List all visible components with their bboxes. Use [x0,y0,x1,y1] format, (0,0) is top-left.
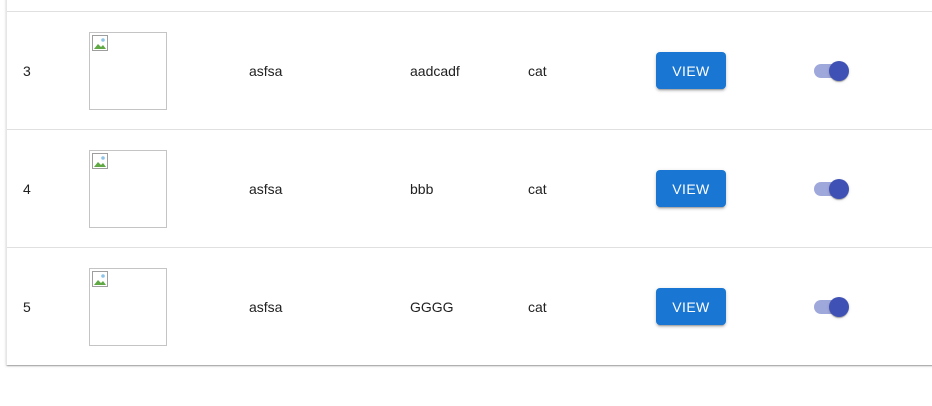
row-name: asfsa [249,180,283,197]
thumbnail-image [89,149,167,228]
switch-thumb[interactable] [829,178,849,199]
thumbnail-cell [89,130,167,247]
thumbnail-cell [89,248,167,365]
row-id: 4 [23,180,31,197]
row-description: GGGG [410,298,454,315]
view-button[interactable]: VIEW [656,288,726,325]
table-row: 3 asfsa aadcadf cat VIEW [7,12,932,130]
row-id: 5 [23,298,31,315]
broken-image-icon [92,152,108,169]
table-row: 4 asfsa bbb cat VIEW [7,130,932,248]
row-name: asfsa [249,298,283,315]
view-button[interactable]: VIEW [656,52,726,89]
view-button-cell: VIEW [656,130,726,247]
switch-thumb[interactable] [829,296,849,317]
row-description: bbb [410,180,434,197]
broken-image-icon [92,270,108,287]
row-category: cat [528,180,547,197]
enabled-switch[interactable] [812,59,852,83]
row-category: cat [528,298,547,315]
data-table: 3 asfsa aadcadf cat VIEW 4 asfsa bbb cat… [6,0,932,365]
row-category: cat [528,62,547,79]
view-button-cell: VIEW [656,248,726,365]
enabled-switch[interactable] [812,295,852,319]
broken-image-icon [92,34,108,51]
thumbnail-cell [89,12,167,129]
thumbnail-image [89,31,167,110]
row-id: 3 [23,62,31,79]
toggle-cell [812,248,852,365]
toggle-cell [812,12,852,129]
toggle-cell [812,130,852,247]
switch-thumb[interactable] [829,60,849,81]
thumbnail-image [89,267,167,346]
enabled-switch[interactable] [812,177,852,201]
row-description: aadcadf [410,62,460,79]
row-name: asfsa [249,62,283,79]
table-row: 5 asfsa GGGG cat VIEW [7,248,932,365]
view-button[interactable]: VIEW [656,170,726,207]
view-button-cell: VIEW [656,12,726,129]
